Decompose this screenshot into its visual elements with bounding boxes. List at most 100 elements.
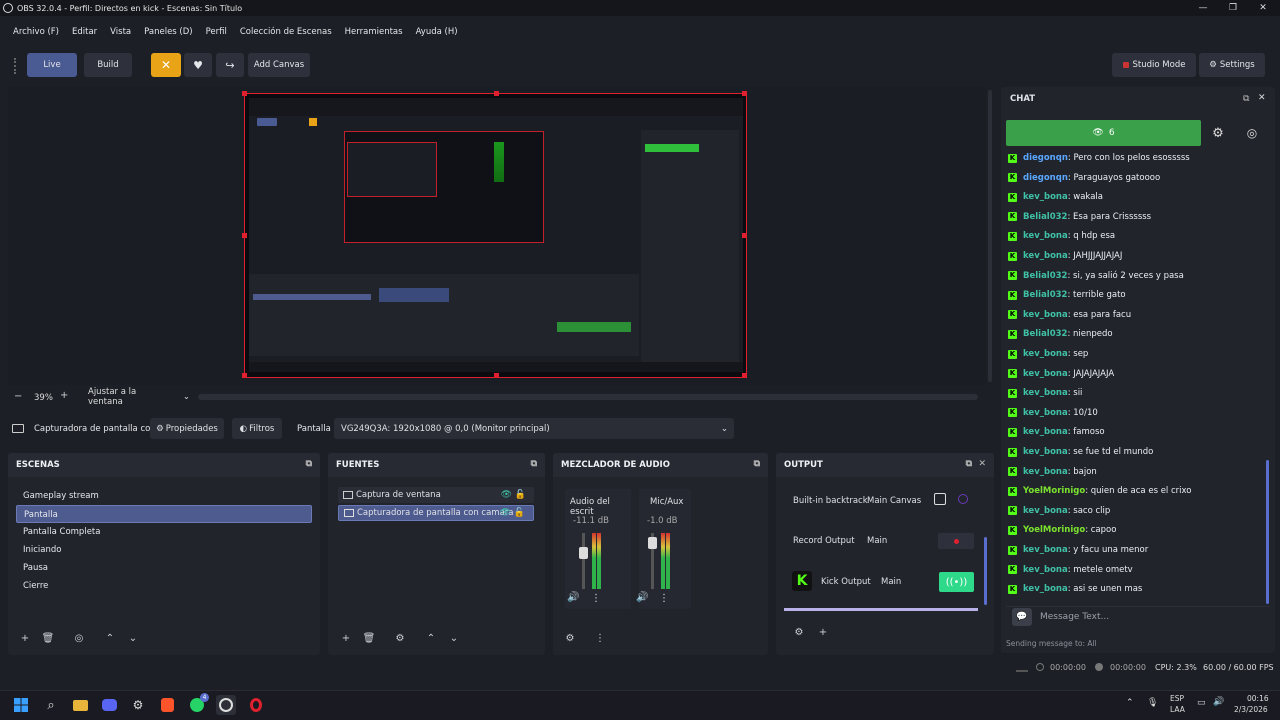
chat-username[interactable]: Belial032 bbox=[1023, 271, 1067, 281]
filters-button[interactable]: ◐ Filtros bbox=[232, 418, 282, 439]
move-up-icon[interactable]: ⌃ bbox=[101, 629, 119, 647]
file-explorer-icon[interactable] bbox=[70, 695, 90, 715]
scene-item[interactable]: Cierre bbox=[16, 577, 312, 595]
source-item[interactable]: Captura de ventana 👁 🔓 bbox=[338, 487, 534, 503]
chat-username[interactable]: kev_bona bbox=[1023, 231, 1068, 241]
float-dock-icon[interactable]: ⧉ bbox=[531, 459, 537, 469]
volume-icon[interactable]: 🔊 bbox=[1213, 697, 1224, 707]
add-source-icon[interactable]: + bbox=[337, 629, 355, 647]
checkbox[interactable] bbox=[934, 493, 946, 505]
chat-username[interactable]: diegonqn bbox=[1023, 173, 1068, 183]
chat-username[interactable]: kev_bona bbox=[1023, 369, 1068, 379]
chevron-up-icon[interactable]: ⌃ bbox=[1126, 698, 1134, 708]
microphone-icon[interactable]: 🎙 bbox=[1147, 698, 1158, 708]
maximize-icon[interactable]: ❐ bbox=[1218, 0, 1248, 16]
float-dock-icon[interactable]: ⧉ bbox=[1243, 94, 1249, 104]
eye-icon[interactable]: 👁 bbox=[501, 490, 512, 500]
emote-icon[interactable]: 💬 bbox=[1012, 608, 1032, 626]
steam-icon[interactable]: ⚙ bbox=[128, 695, 148, 715]
chat-username[interactable]: kev_bona bbox=[1023, 545, 1068, 555]
chat-username[interactable]: kev_bona bbox=[1023, 388, 1068, 398]
float-dock-icon[interactable]: ⧉ bbox=[966, 459, 972, 469]
chat-username[interactable]: Belial032 bbox=[1023, 329, 1067, 339]
obs-app-icon[interactable] bbox=[216, 695, 236, 715]
preview-canvas[interactable] bbox=[242, 91, 747, 378]
display-select[interactable]: VG249Q3A: 1920x1080 @ 0,0 (Monitor princ… bbox=[334, 418, 734, 439]
fit-dropdown[interactable]: Ajustar a la ventana ⌄ bbox=[82, 387, 190, 407]
float-dock-icon[interactable]: ⧉ bbox=[754, 459, 760, 469]
chat-username[interactable]: YoelMorinigo bbox=[1023, 525, 1085, 535]
source-item-selected[interactable]: Capturadora de pantalla con camara 👁 🔓 bbox=[338, 505, 534, 521]
scene-item[interactable]: Gameplay stream bbox=[16, 487, 312, 505]
brave-icon[interactable] bbox=[157, 695, 177, 715]
preview-hscrollbar[interactable] bbox=[198, 394, 978, 400]
lock-icon[interactable]: 🔓 bbox=[514, 508, 525, 518]
add-output-icon[interactable]: + bbox=[814, 623, 832, 641]
volume-slider[interactable] bbox=[648, 537, 657, 549]
share-icon[interactable]: ↪ bbox=[216, 53, 244, 77]
settings-button[interactable]: ⚙ Settings bbox=[1199, 53, 1265, 77]
menu-herramientas[interactable]: Herramientas bbox=[345, 27, 403, 37]
chat-username[interactable]: diegonqn bbox=[1023, 153, 1068, 163]
trash-icon[interactable]: 🗑 bbox=[39, 629, 57, 647]
chat-username[interactable]: kev_bona bbox=[1023, 565, 1068, 575]
volume-slider[interactable] bbox=[579, 547, 588, 559]
discord-icon[interactable] bbox=[99, 695, 119, 715]
search-icon[interactable]: ⌕ bbox=[41, 695, 61, 715]
chat-username[interactable]: kev_bona bbox=[1023, 506, 1068, 516]
menu-editar[interactable]: Editar bbox=[72, 27, 97, 37]
speaker-icon[interactable]: 🔊 bbox=[567, 592, 579, 603]
output-scrollbar[interactable] bbox=[984, 537, 987, 605]
stream-toggle-button[interactable]: ((•)) bbox=[939, 572, 974, 592]
zoom-in-button[interactable]: + bbox=[60, 390, 68, 401]
scene-item[interactable]: Pantalla Completa bbox=[16, 523, 312, 541]
network-icon[interactable]: ▭ bbox=[1197, 698, 1206, 708]
preview-vscrollbar[interactable] bbox=[988, 90, 992, 382]
chat-username[interactable]: kev_bona bbox=[1023, 192, 1068, 202]
chat-scrollbar[interactable] bbox=[1266, 460, 1269, 604]
tools-icon[interactable]: ✕ bbox=[151, 53, 181, 77]
menu-paneles[interactable]: Paneles (D) bbox=[144, 27, 192, 37]
chat-username[interactable]: kev_bona bbox=[1023, 310, 1068, 320]
chat-username[interactable]: Belial032 bbox=[1023, 290, 1067, 300]
menu-vista[interactable]: Vista bbox=[110, 27, 131, 37]
studio-mode-button[interactable]: Studio Mode bbox=[1112, 53, 1196, 77]
add-scene-icon[interactable]: + bbox=[16, 629, 34, 647]
opera-icon[interactable] bbox=[246, 695, 266, 715]
chat-username[interactable]: kev_bona bbox=[1023, 408, 1068, 418]
gear-icon[interactable]: ⚙ bbox=[561, 629, 579, 647]
drag-handle-icon[interactable] bbox=[14, 58, 18, 74]
gear-icon[interactable]: ⚙ bbox=[391, 629, 409, 647]
more-icon[interactable]: ⋮ bbox=[659, 593, 669, 604]
add-canvas-button[interactable]: Add Canvas bbox=[248, 53, 310, 77]
chat-input[interactable]: Message Text... bbox=[1040, 612, 1109, 622]
minimize-icon[interactable]: — bbox=[1188, 0, 1218, 16]
popout-icon[interactable]: ◎ bbox=[1238, 120, 1266, 146]
trash-icon[interactable]: 🗑 bbox=[360, 629, 378, 647]
more-icon[interactable]: ⋮ bbox=[591, 593, 601, 604]
close-icon[interactable]: ✕ bbox=[1248, 0, 1278, 16]
chat-username[interactable]: kev_bona bbox=[1023, 349, 1068, 359]
filter-icon[interactable]: ◎ bbox=[70, 629, 88, 647]
menu-ayuda[interactable]: Ayuda (H) bbox=[416, 27, 458, 37]
eye-icon[interactable]: 👁 bbox=[500, 508, 511, 518]
menu-archivo[interactable]: Archivo (F) bbox=[13, 27, 59, 37]
chat-username[interactable]: kev_bona bbox=[1023, 584, 1068, 594]
chat-username[interactable]: kev_bona bbox=[1023, 251, 1068, 261]
zoom-out-button[interactable]: − bbox=[14, 391, 24, 403]
heart-icon[interactable]: ♥ bbox=[184, 53, 212, 77]
build-button[interactable]: Build bbox=[84, 53, 132, 77]
replay-icon[interactable] bbox=[958, 494, 968, 504]
close-icon[interactable]: ✕ bbox=[978, 459, 986, 469]
chat-username[interactable]: kev_bona bbox=[1023, 447, 1068, 457]
properties-button[interactable]: ⚙ Propiedades bbox=[150, 418, 224, 439]
input-lang-1[interactable]: ESP bbox=[1170, 694, 1184, 703]
windows-start-icon[interactable] bbox=[11, 695, 31, 715]
chat-username[interactable]: kev_bona bbox=[1023, 427, 1068, 437]
gear-icon[interactable]: ⚙ bbox=[790, 623, 808, 641]
more-icon[interactable]: ⋮ bbox=[591, 629, 609, 647]
close-icon[interactable]: ✕ bbox=[1258, 93, 1266, 103]
gear-icon[interactable]: ⚙ bbox=[1204, 120, 1232, 146]
lock-icon[interactable]: 🔓 bbox=[515, 490, 526, 500]
scene-item-selected[interactable]: Pantalla bbox=[16, 505, 312, 523]
